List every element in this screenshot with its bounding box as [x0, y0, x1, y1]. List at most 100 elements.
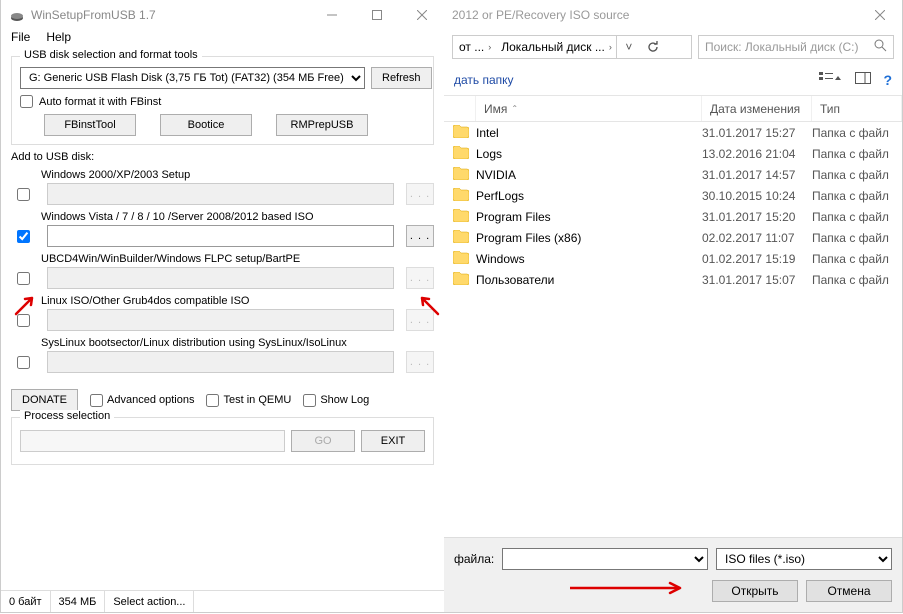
process-legend: Process selection: [20, 410, 114, 422]
exit-button[interactable]: EXIT: [361, 430, 425, 452]
qemu-checkbox[interactable]: [206, 394, 219, 407]
file-date: 30.10.2015 10:24: [702, 189, 812, 203]
file-name: PerfLogs: [476, 189, 702, 203]
iso2-checkbox[interactable]: [17, 230, 30, 243]
file-name: Program Files: [476, 210, 702, 224]
list-item[interactable]: Program Files (x86)02.02.2017 11:07Папка…: [444, 227, 902, 248]
col-date[interactable]: Дата изменения: [702, 96, 812, 121]
menu-help[interactable]: Help: [46, 30, 71, 50]
preview-pane-icon[interactable]: [855, 72, 871, 87]
file-date: 31.01.2017 15:27: [702, 126, 812, 140]
iso1-checkbox[interactable]: [17, 188, 30, 201]
file-type: Папка с файл: [812, 147, 902, 161]
filename-input[interactable]: [502, 548, 708, 570]
file-list: Intel31.01.2017 15:27Папка с файлLogs13.…: [444, 122, 902, 290]
advanced-label: Advanced options: [107, 394, 194, 406]
list-item[interactable]: NVIDIA31.01.2017 14:57Папка с файл: [444, 164, 902, 185]
list-item[interactable]: Windows01.02.2017 15:19Папка с файл: [444, 248, 902, 269]
close-button[interactable]: [399, 0, 444, 30]
file-date: 31.01.2017 15:07: [702, 273, 812, 287]
donate-button[interactable]: DONATE: [11, 389, 78, 411]
refresh-button[interactable]: Refresh: [371, 67, 432, 89]
file-name: Logs: [476, 147, 702, 161]
iso2-input[interactable]: [47, 225, 394, 247]
filetype-select[interactable]: ISO files (*.iso): [716, 548, 892, 570]
new-folder-button[interactable]: дать папку: [454, 73, 514, 87]
filename-label: файла:: [454, 552, 494, 566]
iso3-checkbox[interactable]: [17, 272, 30, 285]
folder-icon: [452, 230, 470, 246]
iso-section-3: UBCD4Win/WinBuilder/Windows FLPC setup/B…: [11, 253, 434, 289]
winsetup-window: WinSetupFromUSB 1.7 File Help USB disk s…: [0, 0, 445, 613]
status-bytes: 0 байт: [1, 591, 51, 612]
file-date: 01.02.2017 15:19: [702, 252, 812, 266]
iso1-label: Windows 2000/XP/2003 Setup: [41, 169, 434, 181]
search-input[interactable]: Поиск: Локальный диск (C:): [698, 35, 894, 59]
statusbar: 0 байт 354 МБ Select action...: [1, 590, 444, 612]
file-date: 02.02.2017 11:07: [702, 231, 812, 245]
chevron-right-icon: ›: [609, 42, 612, 52]
file-type: Папка с файл: [812, 210, 902, 224]
iso5-label: SysLinux bootsector/Linux distribution u…: [41, 337, 434, 349]
advanced-checkbox[interactable]: [90, 394, 103, 407]
showlog-checkbox[interactable]: [303, 394, 316, 407]
menu-file[interactable]: File: [11, 30, 30, 50]
view-list-icon[interactable]: [819, 71, 843, 88]
iso3-label: UBCD4Win/WinBuilder/Windows FLPC setup/B…: [41, 253, 434, 265]
path-seg-2[interactable]: Локальный диск ...›: [495, 36, 616, 58]
add-to-usb-label: Add to USB disk:: [11, 151, 434, 163]
iso-section-2: Windows Vista / 7 / 8 / 10 /Server 2008/…: [11, 211, 434, 247]
help-icon[interactable]: ?: [883, 72, 892, 88]
folder-icon: [452, 272, 470, 288]
col-type[interactable]: Тип: [812, 96, 902, 121]
sort-asc-icon: ⌃: [511, 104, 518, 113]
col-name[interactable]: Имя ⌃: [476, 96, 702, 121]
autoformat-checkbox[interactable]: [20, 95, 33, 108]
iso1-input: [47, 183, 394, 205]
menubar: File Help: [1, 30, 444, 50]
chevron-right-icon: ›: [488, 42, 491, 52]
file-type: Папка с файл: [812, 231, 902, 245]
maximize-button[interactable]: [354, 0, 399, 30]
folder-icon: [452, 167, 470, 183]
iso-section-4: Linux ISO/Other Grub4dos compatible ISO …: [11, 295, 434, 331]
iso4-checkbox[interactable]: [17, 314, 30, 327]
fbinst-button[interactable]: FBinstTool: [44, 114, 136, 136]
pathbar: от ...› Локальный диск ...› ˅ Поиск: Лок…: [444, 30, 902, 64]
iso5-checkbox[interactable]: [17, 356, 30, 369]
open-button[interactable]: Открыть: [712, 580, 798, 602]
path-dropdown-button[interactable]: ˅: [617, 36, 641, 58]
bootice-button[interactable]: Bootice: [160, 114, 252, 136]
cancel-button[interactable]: Отмена: [806, 580, 892, 602]
list-item[interactable]: Program Files31.01.2017 15:20Папка с фай…: [444, 206, 902, 227]
iso2-browse-button[interactable]: . . .: [406, 225, 434, 247]
iso2-label: Windows Vista / 7 / 8 / 10 /Server 2008/…: [41, 211, 434, 223]
titlebar: WinSetupFromUSB 1.7: [1, 0, 444, 30]
list-item[interactable]: Intel31.01.2017 15:27Папка с файл: [444, 122, 902, 143]
list-item[interactable]: Logs13.02.2016 21:04Папка с файл: [444, 143, 902, 164]
go-button[interactable]: GO: [291, 430, 355, 452]
file-name: Program Files (x86): [476, 231, 702, 245]
qemu-label: Test in QEMU: [223, 394, 291, 406]
list-item[interactable]: Пользователи31.01.2017 15:07Папка с файл: [444, 269, 902, 290]
process-group: Process selection GO EXIT: [11, 417, 434, 465]
iso4-label: Linux ISO/Other Grub4dos compatible ISO: [41, 295, 434, 307]
path-seg-1[interactable]: от ...›: [453, 36, 495, 58]
rmprep-button[interactable]: RMPrepUSB: [276, 114, 368, 136]
window-title: WinSetupFromUSB 1.7: [31, 8, 309, 22]
minimize-button[interactable]: [309, 0, 354, 30]
disk-select[interactable]: G: Generic USB Flash Disk (3,75 ГБ Tot) …: [20, 67, 365, 89]
file-type: Папка с файл: [812, 168, 902, 182]
dialog-close-button[interactable]: [857, 0, 902, 30]
status-action: Select action...: [105, 591, 194, 612]
folder-icon: [452, 251, 470, 267]
refresh-icon[interactable]: [641, 36, 665, 58]
iso-section-5: SysLinux bootsector/Linux distribution u…: [11, 337, 434, 373]
showlog-label: Show Log: [320, 394, 369, 406]
file-type: Папка с файл: [812, 126, 902, 140]
dialog-title: 2012 or PE/Recovery ISO source: [452, 8, 857, 22]
list-item[interactable]: PerfLogs30.10.2015 10:24Папка с файл: [444, 185, 902, 206]
folder-icon: [452, 209, 470, 225]
breadcrumb[interactable]: от ...› Локальный диск ...› ˅: [452, 35, 692, 59]
status-free: 354 МБ: [51, 591, 106, 612]
